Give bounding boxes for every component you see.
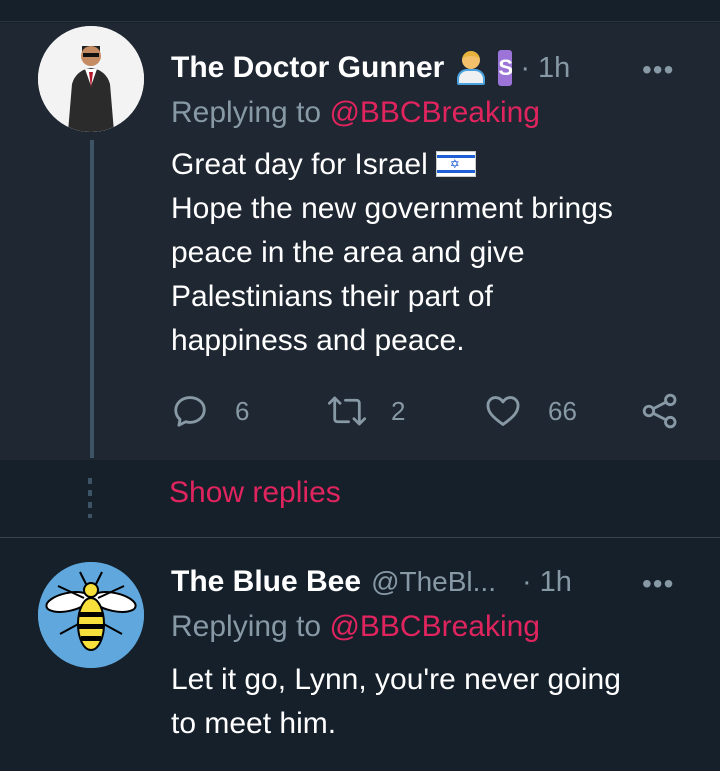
replying-to-label: Replying to: [171, 96, 330, 129]
tweet-text-line: to meet him.: [171, 707, 337, 740]
display-name[interactable]: The Blue Bee: [171, 565, 361, 599]
avatar[interactable]: [38, 26, 144, 132]
tweet-text-line: Let it go, Lynn, you're never going: [171, 663, 621, 696]
reply-icon: [174, 396, 206, 427]
show-replies-link[interactable]: Show replies: [169, 476, 341, 510]
tweet-text: Great day for Israel ✡ Hope the new gover…: [171, 143, 613, 363]
retweet-count: 2: [391, 395, 406, 426]
retweet-icon: [327, 396, 367, 426]
avatar[interactable]: [38, 562, 144, 668]
retweet-button[interactable]: 2: [327, 392, 405, 430]
more-options-button[interactable]: •••: [642, 54, 674, 86]
bee-avatar-image: [38, 562, 144, 668]
thread-line: [90, 140, 94, 458]
mention-link[interactable]: @BBCBreaking: [329, 96, 540, 129]
reply-button[interactable]: 6: [171, 392, 249, 430]
tweet-text-line: Palestinians their part of: [171, 280, 493, 313]
replying-to: Replying to @BBCBreaking: [171, 610, 540, 644]
user-handle[interactable]: @TheBl...: [371, 566, 496, 598]
like-count: 66: [548, 395, 577, 426]
tweet-text-line: Hope the new government brings: [171, 192, 613, 225]
tweet-header: The Blue Bee @TheBl... · 1h: [171, 562, 572, 602]
display-name[interactable]: The Doctor Gunner: [171, 51, 444, 85]
thread-dots: [88, 478, 92, 518]
replying-to-label: Replying to: [171, 610, 330, 643]
timestamp[interactable]: · 1h: [522, 566, 572, 599]
avatar-person-image: [38, 26, 144, 132]
like-button[interactable]: 66: [483, 392, 577, 430]
heart-icon: [486, 396, 520, 426]
tweet-header: The Doctor Gunner S · 1h: [171, 48, 570, 88]
tweet-text-line: peace in the area and give: [171, 236, 525, 269]
tweet-divider: [0, 537, 720, 538]
more-options-button[interactable]: •••: [642, 568, 674, 600]
tweet-text: Let it go, Lynn, you're never going to m…: [171, 658, 621, 746]
israel-flag-icon: ✡: [435, 151, 476, 177]
purple-badge-icon: S: [498, 50, 513, 86]
share-icon: [642, 393, 677, 429]
tweet-actions: 6 2 66: [171, 392, 691, 432]
mention-link[interactable]: @BBCBreaking: [329, 610, 540, 643]
health-worker-emoji-icon: [456, 51, 486, 85]
tweet-text-line: Great day for Israel: [171, 148, 428, 181]
reply-count: 6: [235, 395, 250, 426]
replying-to: Replying to @BBCBreaking: [171, 96, 540, 130]
tweet-text-line: happiness and peace.: [171, 324, 465, 357]
timestamp[interactable]: · 1h: [520, 52, 570, 85]
share-button[interactable]: [641, 392, 679, 430]
top-divider: [0, 0, 720, 22]
